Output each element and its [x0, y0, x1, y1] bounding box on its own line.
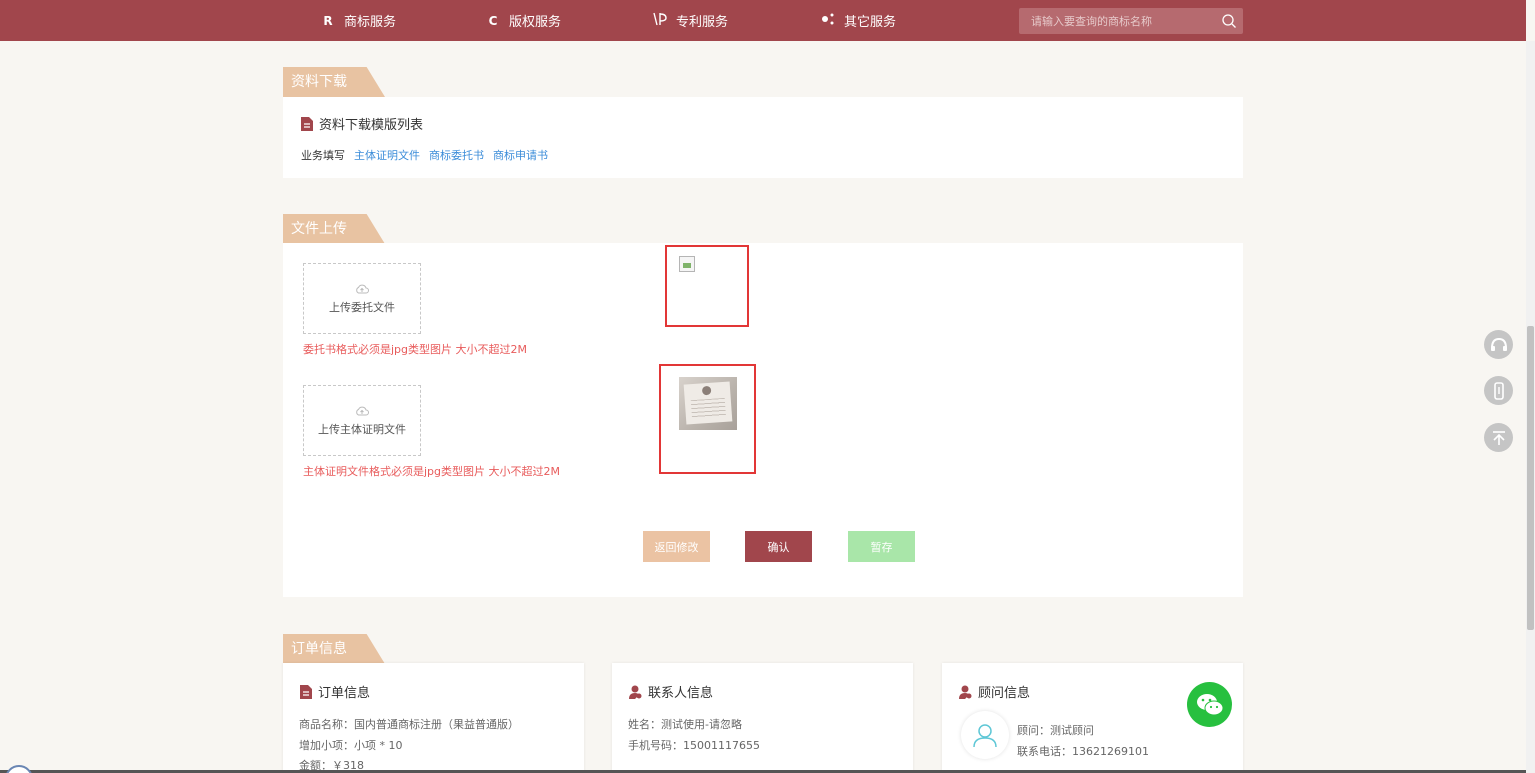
- download-title: 资料下载模版列表: [301, 114, 423, 133]
- section-tag-upload: 文件上传: [283, 214, 385, 244]
- nav-other-label: 其它服务: [844, 15, 897, 30]
- trademark-icon: R: [323, 13, 333, 28]
- dots-icon: [818, 13, 838, 28]
- nav-trademark[interactable]: R 商标服务: [318, 0, 396, 41]
- download-title-text: 资料下载模版列表: [319, 118, 424, 133]
- links-label: 业务填写: [301, 149, 345, 162]
- upload-subject-label: 上传主体证明文件: [318, 422, 406, 436]
- upload-subject-hint: 主体证明文件格式必须是jpg类型图片 大小不超过2M: [303, 465, 561, 478]
- upload-authorization-hint: 委托书格式必须是jpg类型图片 大小不超过2M: [303, 343, 528, 356]
- order-card: 订单信息 商品名称：国内普通商标注册（果益普通版） 增加小项：小项 * 10 金…: [283, 663, 584, 773]
- upload-authorization-label: 上传委托文件: [329, 300, 395, 314]
- upload-authorization-box[interactable]: 上传委托文件: [303, 263, 421, 334]
- patent-icon: [650, 12, 670, 29]
- headset-icon: [1490, 337, 1507, 351]
- file-icon: [301, 116, 313, 131]
- contact-phone: 手机号码：15001117655: [628, 739, 760, 752]
- order-extra: 增加小项：小项 * 10: [299, 739, 403, 752]
- order-card-title-text: 订单信息: [318, 686, 371, 701]
- authorization-preview[interactable]: [665, 245, 749, 327]
- download-links: 业务填写 主体证明文件 商标委托书 商标申请书: [301, 147, 548, 163]
- phone-icon: [1493, 381, 1504, 400]
- arrow-up-icon: [1492, 430, 1505, 445]
- business-license-thumbnail[interactable]: [679, 377, 737, 430]
- confirm-button[interactable]: 确认: [745, 531, 812, 562]
- back-button[interactable]: 返回修改: [643, 531, 710, 562]
- scrollbar-thumb[interactable]: [1527, 326, 1534, 630]
- advisor-card-title: 顾问信息: [959, 682, 1030, 701]
- phone-button[interactable]: [1484, 376, 1513, 405]
- contact-card-title-text: 联系人信息: [648, 686, 714, 701]
- back-to-top-button[interactable]: [1484, 423, 1513, 452]
- broken-image-icon: [679, 256, 695, 272]
- link-trademark-authorization[interactable]: 商标委托书: [429, 147, 484, 163]
- section-tag-download: 资料下载: [283, 67, 385, 97]
- nav-other[interactable]: 其它服务: [818, 0, 896, 41]
- order-card-title: 订单信息: [300, 682, 370, 701]
- top-nav: R 商标服务 C 版权服务 专利服务 其它服务: [0, 0, 1526, 41]
- nav-patent-label: 专利服务: [676, 15, 729, 30]
- copyright-icon: C: [488, 13, 498, 28]
- link-trademark-application[interactable]: 商标申请书: [493, 147, 548, 163]
- search-icon[interactable]: [1221, 13, 1237, 29]
- cloud-upload-icon: [356, 406, 369, 415]
- link-subject-proof[interactable]: 主体证明文件: [354, 147, 420, 163]
- section-tag-order: 订单信息: [283, 634, 385, 664]
- nav-trademark-label: 商标服务: [344, 15, 397, 30]
- customer-service-button[interactable]: [1484, 330, 1513, 359]
- contact-name: 姓名：测试使用-请忽略: [628, 718, 742, 731]
- user-icon: [629, 685, 642, 699]
- advisor-name: 顾问：测试顾问: [1017, 724, 1094, 737]
- advisor-avatar: [961, 711, 1009, 759]
- file-icon: [300, 684, 312, 699]
- advisor-phone: 联系电话：13621269101: [1017, 745, 1149, 758]
- wechat-button[interactable]: [1187, 682, 1232, 727]
- nav-patent[interactable]: 专利服务: [650, 0, 728, 41]
- nav-copyright[interactable]: C 版权服务: [483, 0, 561, 41]
- cloud-upload-icon: [356, 284, 369, 293]
- search-bar: [1019, 8, 1243, 34]
- search-input[interactable]: [1019, 8, 1215, 34]
- avatar-icon: [973, 724, 997, 748]
- contact-card-title: 联系人信息: [629, 682, 713, 701]
- nav-copyright-label: 版权服务: [509, 15, 562, 30]
- advisor-card-title-text: 顾问信息: [978, 686, 1031, 701]
- contact-card: 联系人信息 姓名：测试使用-请忽略 手机号码：15001117655: [612, 663, 913, 773]
- start-orb-icon[interactable]: [5, 765, 33, 773]
- save-draft-button[interactable]: 暂存: [848, 531, 915, 562]
- user-icon: [959, 685, 972, 699]
- download-panel: [283, 97, 1243, 178]
- order-product: 商品名称：国内普通商标注册（果益普通版）: [299, 718, 519, 731]
- upload-subject-box[interactable]: 上传主体证明文件: [303, 385, 421, 456]
- wechat-icon: [1196, 693, 1223, 715]
